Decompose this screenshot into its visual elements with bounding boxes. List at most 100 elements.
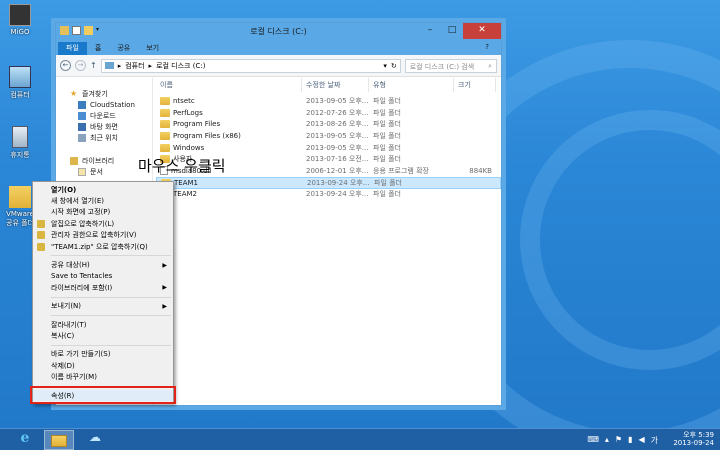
chevron-right-icon: ▶ xyxy=(162,261,167,269)
volume-icon[interactable]: ◀ xyxy=(638,435,644,446)
cloudstation-icon[interactable]: ☁ xyxy=(80,430,110,450)
column-name[interactable]: 이름 xyxy=(156,78,302,92)
minimize-button[interactable]: – xyxy=(419,23,441,39)
network-icon[interactable]: ▮ xyxy=(628,435,632,446)
ie-icon[interactable]: e xyxy=(10,430,40,450)
file-row[interactable]: TEAM1 2013-09-24 오후... 파일 폴더 xyxy=(156,176,501,189)
menu-separator xyxy=(51,255,171,257)
column-headers: 이름 수정한 날짜 유형 크기 xyxy=(156,78,501,92)
folder-icon xyxy=(160,131,170,140)
file-explorer-icon[interactable] xyxy=(44,430,74,450)
title-bar[interactable]: ▾ 로컬 디스크 (C:) – □ ✕ xyxy=(56,23,501,41)
menu-item[interactable]: "TEAM1.zip" 으로 압축하기(Q) xyxy=(33,241,173,252)
nav-favorites[interactable]: ★ 즐겨찾기 xyxy=(56,88,152,99)
menu-separator xyxy=(51,344,171,346)
menu-item[interactable]: 보내기(N) ▶ xyxy=(33,301,173,312)
maximize-button[interactable]: □ xyxy=(441,23,463,39)
column-type[interactable]: 유형 xyxy=(369,78,454,92)
file-row[interactable]: TEAM2 2013-09-24 오후... 파일 폴더 xyxy=(156,189,501,201)
forward-button[interactable]: → xyxy=(75,60,86,71)
file-row[interactable]: ntsetc 2013-09-05 오후... 파일 폴더 xyxy=(156,95,501,107)
search-icon: ⌕ xyxy=(488,61,492,70)
menu-item[interactable]: Save to Tentacles xyxy=(33,271,173,282)
file-row[interactable]: PerfLogs 2012-07-26 오후... 파일 폴더 xyxy=(156,107,501,119)
file-type: 파일 폴더 xyxy=(373,120,401,129)
breadcrumb-computer[interactable]: 컴퓨터 xyxy=(125,61,144,71)
file-type: 파일 폴더 xyxy=(373,190,401,199)
annotation-text: 마우스 우클릭 xyxy=(138,157,226,175)
column-size[interactable]: 크기 xyxy=(454,78,496,92)
file-date: 2013-07-16 오전... xyxy=(306,155,369,164)
desktop-icon xyxy=(78,122,86,131)
menu-item[interactable]: 열기(O) xyxy=(33,184,173,195)
menu-item[interactable]: 라이브러리에 포함(I) ▶ xyxy=(33,282,173,293)
desktop-icon-computer[interactable]: 컴퓨터 xyxy=(2,66,38,100)
star-icon: ★ xyxy=(70,88,78,98)
menu-item[interactable]: 이름 바꾸기(M) xyxy=(33,371,173,382)
menu-item[interactable]: 바로 가기 만들기(S) xyxy=(33,349,173,360)
menu-item[interactable]: 공유 대상(H) ▶ xyxy=(33,259,173,270)
context-menu: 열기(O) 새 창에서 열기(E) 시작 화면에 고정(P) 알집으로 압축하기(L)… xyxy=(32,181,174,404)
computer-icon xyxy=(9,66,31,88)
up-arrow-icon[interactable]: ▴ xyxy=(605,435,609,446)
back-button[interactable]: ← xyxy=(60,60,71,71)
file-name: TEAM2 xyxy=(173,190,197,199)
alzip-icon xyxy=(37,231,45,240)
file-name: PerfLogs xyxy=(173,108,203,117)
refresh-icon[interactable]: ↻ xyxy=(391,62,397,70)
tab-view[interactable]: 보기 xyxy=(138,42,167,55)
menu-item[interactable]: 삭제(D) xyxy=(33,360,173,371)
documents-icon xyxy=(78,167,86,176)
tab-file[interactable]: 파일 xyxy=(58,42,87,55)
desktop: MiGO 컴퓨터 휴지통 VMware 공유 폴더 ▾ 로컬 디스크 (C:) … xyxy=(0,0,720,428)
flag-icon[interactable]: ⚑ xyxy=(615,435,622,446)
file-row[interactable]: Program Files 2013-08-26 오후... 파일 폴더 xyxy=(156,118,501,130)
nav-desktop[interactable]: 바탕 화면 xyxy=(56,121,152,132)
ime-icon[interactable]: 가 xyxy=(651,435,658,446)
keyboard-icon[interactable]: ⌨ xyxy=(587,435,599,446)
desktop-icon-migo[interactable]: MiGO xyxy=(2,4,38,36)
menu-item[interactable]: 시작 화면에 고정(P) xyxy=(33,207,173,218)
nav-cloudstation[interactable]: CloudStation xyxy=(56,99,152,110)
clock[interactable]: 오후 5:39 2013-09-24 xyxy=(673,431,714,447)
help-button[interactable]: ? xyxy=(477,42,497,55)
address-bar[interactable]: ▸ 컴퓨터 ▸ 로컬 디스크 (C:) ▾ ↻ xyxy=(100,58,401,73)
nav-recent[interactable]: 최근 위치 xyxy=(56,132,152,143)
folder-icon xyxy=(160,96,170,105)
recent-icon xyxy=(78,133,86,142)
column-date[interactable]: 수정한 날짜 xyxy=(302,78,369,92)
menu-separator xyxy=(51,314,171,316)
tab-home[interactable]: 홈 xyxy=(87,42,109,55)
file-name: Program Files xyxy=(173,120,221,129)
menu-separator xyxy=(51,296,171,298)
file-name: Windows xyxy=(173,143,205,152)
cloud-folder-icon xyxy=(78,100,86,109)
recycle-bin-icon xyxy=(12,126,28,148)
file-row[interactable]: Program Files (x86) 2013-09-05 오후... 파일 폴더 xyxy=(156,130,501,142)
file-type: 응용 프로그램 확장 xyxy=(373,166,429,175)
file-date: 2006-12-01 오후... xyxy=(306,166,369,175)
menu-item[interactable]: 새 창에서 열기(E) xyxy=(33,195,173,206)
desktop-icon-recycle-bin[interactable]: 휴지통 xyxy=(2,126,38,160)
menu-item[interactable]: 복사(C) xyxy=(33,330,173,341)
computer-icon xyxy=(104,62,114,69)
folder-icon xyxy=(160,120,170,129)
search-input[interactable]: 로컬 디스크 (C:) 검색 ⌕ xyxy=(404,58,497,73)
menu-item[interactable]: 관리자 권한으로 압축하기(V) xyxy=(33,230,173,241)
download-icon xyxy=(78,111,86,120)
close-button[interactable]: ✕ xyxy=(463,23,501,39)
menu-item[interactable]: 잘라내기(T) xyxy=(33,319,173,330)
tab-share[interactable]: 공유 xyxy=(109,42,138,55)
file-date: 2013-09-05 오후... xyxy=(306,96,369,105)
nav-downloads[interactable]: 다운로드 xyxy=(56,110,152,121)
file-type: 파일 폴더 xyxy=(373,108,401,117)
menu-item[interactable]: 알집으로 압축하기(L) xyxy=(33,218,173,229)
chevron-right-icon: ▶ xyxy=(162,284,167,292)
up-button[interactable]: ↑ xyxy=(90,61,97,70)
ribbon-tabs: 파일 홈 공유 보기 ? xyxy=(56,41,501,55)
file-row[interactable]: Windows 2013-09-05 오후... 파일 폴더 xyxy=(156,142,501,154)
chevron-down-icon[interactable]: ▾ xyxy=(383,62,387,70)
file-date: 2013-09-05 오후... xyxy=(306,131,369,140)
breadcrumb-local-disk[interactable]: 로컬 디스크 (C:) xyxy=(156,61,205,71)
alzip-icon xyxy=(37,219,45,228)
